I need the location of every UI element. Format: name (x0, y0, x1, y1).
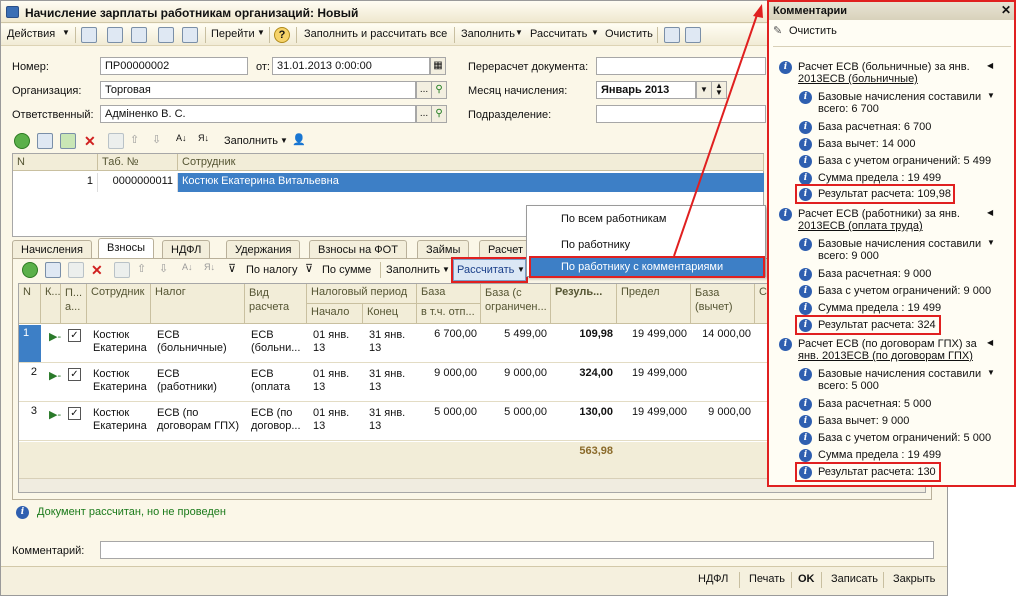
panel-title: Комментарии ✕ (769, 2, 1014, 20)
collapse-left-icon[interactable]: ◀ (987, 61, 993, 70)
arrow-line (673, 11, 759, 257)
comment-line: База расчетная: 9 000 (818, 268, 932, 280)
comment-line: 2013ЕСВ (оплата труда) (798, 220, 923, 232)
comment-line: База вычет: 14 000 (818, 138, 916, 150)
comment-line: База с учетом ограничений: 9 000 (818, 285, 992, 297)
comment-line: Расчет ЕСВ (больничные) за янв. (798, 61, 970, 73)
collapse-left-icon[interactable]: ◀ (987, 208, 993, 217)
comment-line: Расчет ЕСВ (по договорам ГПХ) за (798, 338, 977, 350)
info-icon: i (779, 61, 792, 74)
comment-line: Сумма предела : 19 499 (818, 302, 942, 314)
comment-line: Сумма предела : 19 499 (818, 449, 942, 461)
info-icon: i (799, 449, 812, 462)
comment-line: База с учетом ограничений: 5 000 (818, 432, 992, 444)
expand-down-icon[interactable]: ▼ (987, 91, 995, 100)
panel-title-text: Комментарии (773, 5, 848, 17)
comment-line: всего: 5 000 (818, 380, 879, 392)
collapse-left-icon[interactable]: ◀ (987, 338, 993, 347)
comment-line: всего: 6 700 (818, 103, 879, 115)
info-icon: i (799, 238, 812, 251)
info-icon: i (779, 338, 792, 351)
comments-panel: Комментарии ✕ ✎ Очистить i Расчет ЕСВ (бо… (767, 0, 1016, 487)
comment-line: База вычет: 9 000 (818, 415, 910, 427)
info-icon: i (799, 121, 812, 134)
info-icon: i (799, 138, 812, 151)
highlight-frame (795, 315, 941, 335)
info-icon: i (799, 285, 812, 298)
expand-down-icon[interactable]: ▼ (987, 368, 995, 377)
comment-line: База с учетом ограничений: 5 499 (818, 155, 992, 167)
info-icon: i (779, 208, 792, 221)
close-icon[interactable]: ✕ (1001, 3, 1011, 17)
info-icon: i (799, 368, 812, 381)
comment-line: Расчет ЕСВ (работники) за янв. (798, 208, 960, 220)
info-icon: i (799, 432, 812, 445)
comment-line: Базовые начисления составили (818, 368, 982, 380)
comment-line: Базовые начисления составили (818, 91, 982, 103)
comment-line: База расчетная: 6 700 (818, 121, 932, 133)
info-icon: i (799, 155, 812, 168)
arrow-head (753, 4, 763, 18)
divider (773, 46, 1011, 47)
highlight-frame (795, 184, 955, 204)
info-icon: i (799, 398, 812, 411)
panel-clear-button[interactable]: Очистить (789, 25, 837, 37)
comment-line: Сумма предела : 19 499 (818, 172, 942, 184)
comment-line: всего: 9 000 (818, 250, 879, 262)
expand-down-icon[interactable]: ▼ (987, 238, 995, 247)
info-icon: i (799, 268, 812, 281)
comment-line: 2013ЕСВ (больничные) (798, 73, 918, 85)
info-icon: i (799, 91, 812, 104)
comment-line: Базовые начисления составили (818, 238, 982, 250)
highlight-frame (795, 462, 941, 482)
comment-line: янв. 2013ЕСВ (по договорам ГПХ) (798, 350, 973, 362)
comment-line: База расчетная: 5 000 (818, 398, 932, 410)
info-icon: i (799, 415, 812, 428)
info-icon: i (799, 302, 812, 315)
eraser-icon: ✎ (773, 25, 783, 37)
